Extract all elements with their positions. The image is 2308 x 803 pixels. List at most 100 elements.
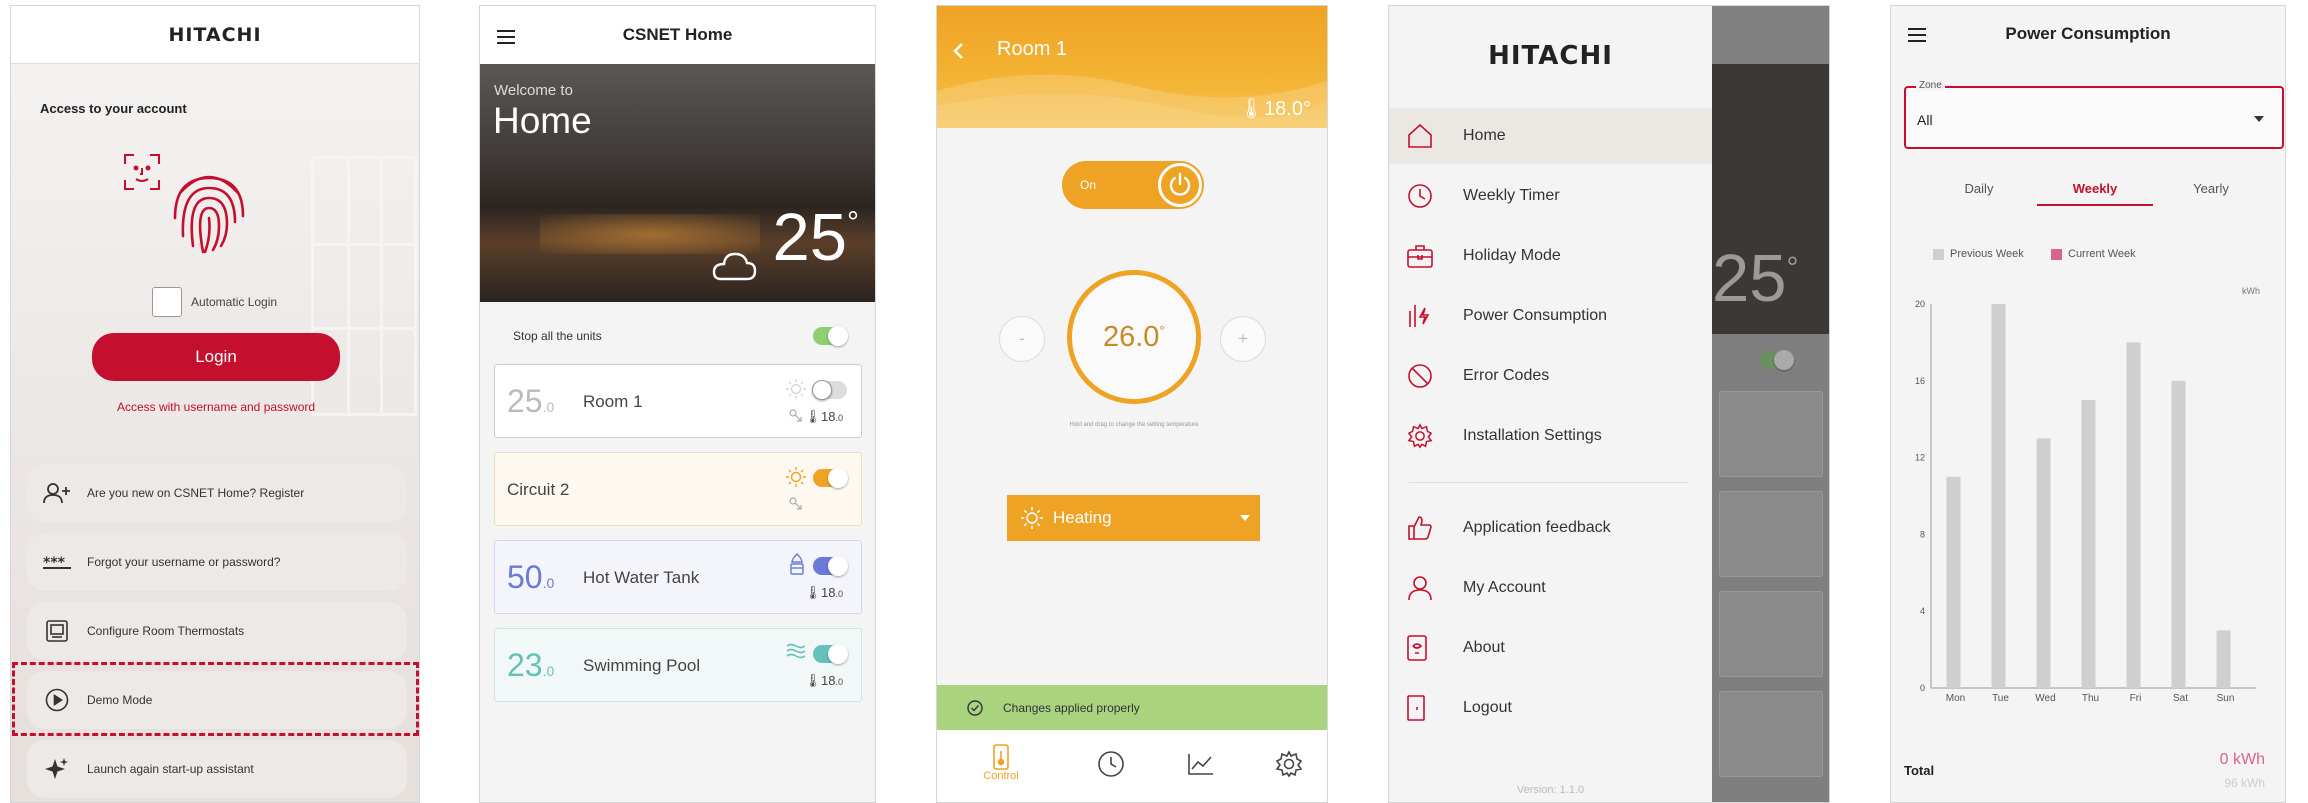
unit-room-temp-value: 18	[821, 409, 836, 424]
home-title: CSNET Home	[622, 25, 733, 44]
face-id-icon[interactable]	[123, 153, 161, 191]
hitachi-logo: HITACHI	[1488, 41, 1613, 71]
power-state-label: On	[1080, 178, 1097, 192]
menu-item-logout[interactable]: Logout	[1389, 680, 1712, 736]
unit-room-temperature: 🌡18.0	[804, 585, 844, 600]
menu-item-application-feedback[interactable]: Application feedback	[1389, 500, 1712, 556]
dial-hint: Hold and drag to change the setting temp…	[1069, 422, 1199, 428]
menu-item-power-consumption[interactable]: Power Consumption	[1389, 288, 1712, 344]
menu-item-about[interactable]: About	[1389, 620, 1712, 676]
line-chart-icon	[1188, 754, 1213, 775]
power-header: Power Consumption	[1891, 6, 2285, 61]
outdoor-degree: °	[847, 206, 859, 239]
menu-item-installation-settings[interactable]: Installation Settings	[1389, 408, 1712, 464]
hot-water-tank-toggle[interactable]	[813, 556, 848, 576]
y-tick-label: 8	[1920, 529, 1925, 539]
unit-card-hot-water-tank[interactable]: 50.0 Hot Water Tank 🌡18.0	[494, 540, 862, 614]
logout-icon	[1389, 695, 1463, 721]
tab-weekly[interactable]: Weekly	[2037, 181, 2153, 196]
welcome-text: Welcome to	[494, 82, 573, 99]
sun-icon	[786, 379, 806, 399]
username-password-link[interactable]: Access with username and password	[11, 400, 419, 414]
legend-previous-week: Previous Week	[1933, 248, 2024, 260]
power-toggle[interactable]: On	[1062, 161, 1204, 209]
back-arrow-icon[interactable]	[951, 42, 965, 60]
tab-daily[interactable]: Daily	[1921, 181, 2037, 196]
fan-icon	[789, 497, 803, 511]
unit-room-temp-value: 18	[821, 585, 836, 600]
forgot-credentials-option[interactable]: *** Forgot your username or password?	[27, 533, 407, 591]
setpoint-dial[interactable]: 26.0°	[1067, 270, 1201, 404]
background-card	[1719, 391, 1823, 477]
background-card	[1719, 491, 1823, 577]
forgot-label: Forgot your username or password?	[87, 555, 281, 569]
startup-assistant-label: Launch again start-up assistant	[87, 762, 254, 776]
menu-item-weekly-timer[interactable]: Weekly Timer	[1389, 168, 1712, 224]
setpoint-number: 26.0	[1102, 320, 1160, 353]
configure-thermostats-label: Configure Room Thermostats	[87, 624, 245, 638]
menu-item-label: Logout	[1463, 699, 1512, 716]
check-circle-icon	[967, 699, 983, 716]
circuit-2-toggle[interactable]	[813, 468, 848, 488]
menu-item-label: Application feedback	[1463, 519, 1611, 536]
unit-room-temperature: 🌡18.0	[804, 409, 844, 424]
tab-timer[interactable]	[1097, 750, 1125, 778]
menu-item-label: Weekly Timer	[1463, 187, 1560, 204]
thermometer-icon	[971, 744, 1031, 770]
menu-item-home[interactable]: Home	[1389, 108, 1712, 164]
mode-dropdown[interactable]: Heating	[1007, 495, 1260, 541]
legend-previous-week-label: Previous Week	[1950, 248, 2024, 260]
chevron-down-icon	[1240, 515, 1250, 521]
menu-item-my-account[interactable]: My Account	[1389, 560, 1712, 616]
background-card	[1719, 691, 1823, 777]
register-option[interactable]: Are you new on CSNET Home? Register	[27, 464, 407, 522]
configure-thermostats-option[interactable]: Configure Room Thermostats	[27, 602, 407, 660]
tab-yearly[interactable]: Yearly	[2153, 181, 2269, 196]
tab-settings[interactable]	[1275, 750, 1303, 778]
background-toggle	[1759, 350, 1794, 370]
zone-value: All	[1917, 112, 1933, 128]
outdoor-temperature: 25°	[772, 204, 859, 271]
status-banner: Changes applied properly	[937, 685, 1327, 730]
unit-card-room-1[interactable]: 25.0 Room 1 🌡18.0	[494, 364, 862, 438]
unit-card-swimming-pool[interactable]: 23.0 Swimming Pool 🌡18.0	[494, 628, 862, 702]
stop-all-units-toggle[interactable]	[813, 326, 848, 346]
active-tab-indicator	[2037, 204, 2153, 206]
menu-item-holiday-mode[interactable]: Holiday Mode	[1389, 228, 1712, 284]
background-temperature-value: 25	[1712, 241, 1787, 316]
increase-temperature-button[interactable]: +	[1220, 316, 1266, 362]
tab-consumption[interactable]	[1187, 752, 1215, 776]
swimming-pool-toggle[interactable]	[813, 644, 848, 664]
x-tick-label: Mon	[1946, 693, 1965, 704]
unit-name: Circuit 2	[507, 480, 570, 499]
gear-icon	[1275, 750, 1303, 778]
kitchen-light-decoration	[540, 214, 760, 254]
decrease-temperature-button[interactable]: -	[999, 316, 1045, 362]
fingerprint-icon[interactable]	[169, 166, 249, 256]
y-tick-label: 16	[1915, 376, 1925, 386]
unit-card-circuit-2[interactable]: Circuit 2	[494, 452, 862, 526]
menu-item-label: Installation Settings	[1463, 427, 1602, 444]
unit-setpoint-decimal: .0	[542, 663, 555, 679]
add-user-icon	[27, 482, 87, 504]
password-asterisk-icon: ***	[27, 555, 87, 569]
tab-control[interactable]: Control	[971, 744, 1031, 782]
automatic-login-checkbox[interactable]	[152, 287, 182, 317]
unit-name: Swimming Pool	[583, 656, 701, 675]
account-icon	[1389, 575, 1463, 601]
previous-total-value: 96 kWh	[2224, 776, 2265, 790]
startup-assistant-option[interactable]: Launch again start-up assistant	[27, 740, 407, 798]
home-name: Home	[493, 100, 592, 141]
unit-setpoint-value: 25	[507, 383, 543, 419]
unit-room-temp-decimal: .0	[835, 413, 843, 423]
total-value: 0 kWh	[2219, 751, 2265, 768]
room-1-toggle[interactable]	[812, 380, 847, 400]
zone-select[interactable]: Zone All	[1904, 80, 2284, 149]
x-tick-label: Thu	[2082, 693, 2099, 704]
menu-item-label: Power Consumption	[1463, 307, 1608, 324]
status-banner-text: Changes applied properly	[1003, 700, 1140, 715]
login-button[interactable]: Login	[92, 333, 340, 381]
y-axis-unit: kWh	[2242, 286, 2260, 296]
menu-item-error-codes[interactable]: Error Codes	[1389, 348, 1712, 404]
x-tick-label: Sat	[2173, 693, 2188, 704]
